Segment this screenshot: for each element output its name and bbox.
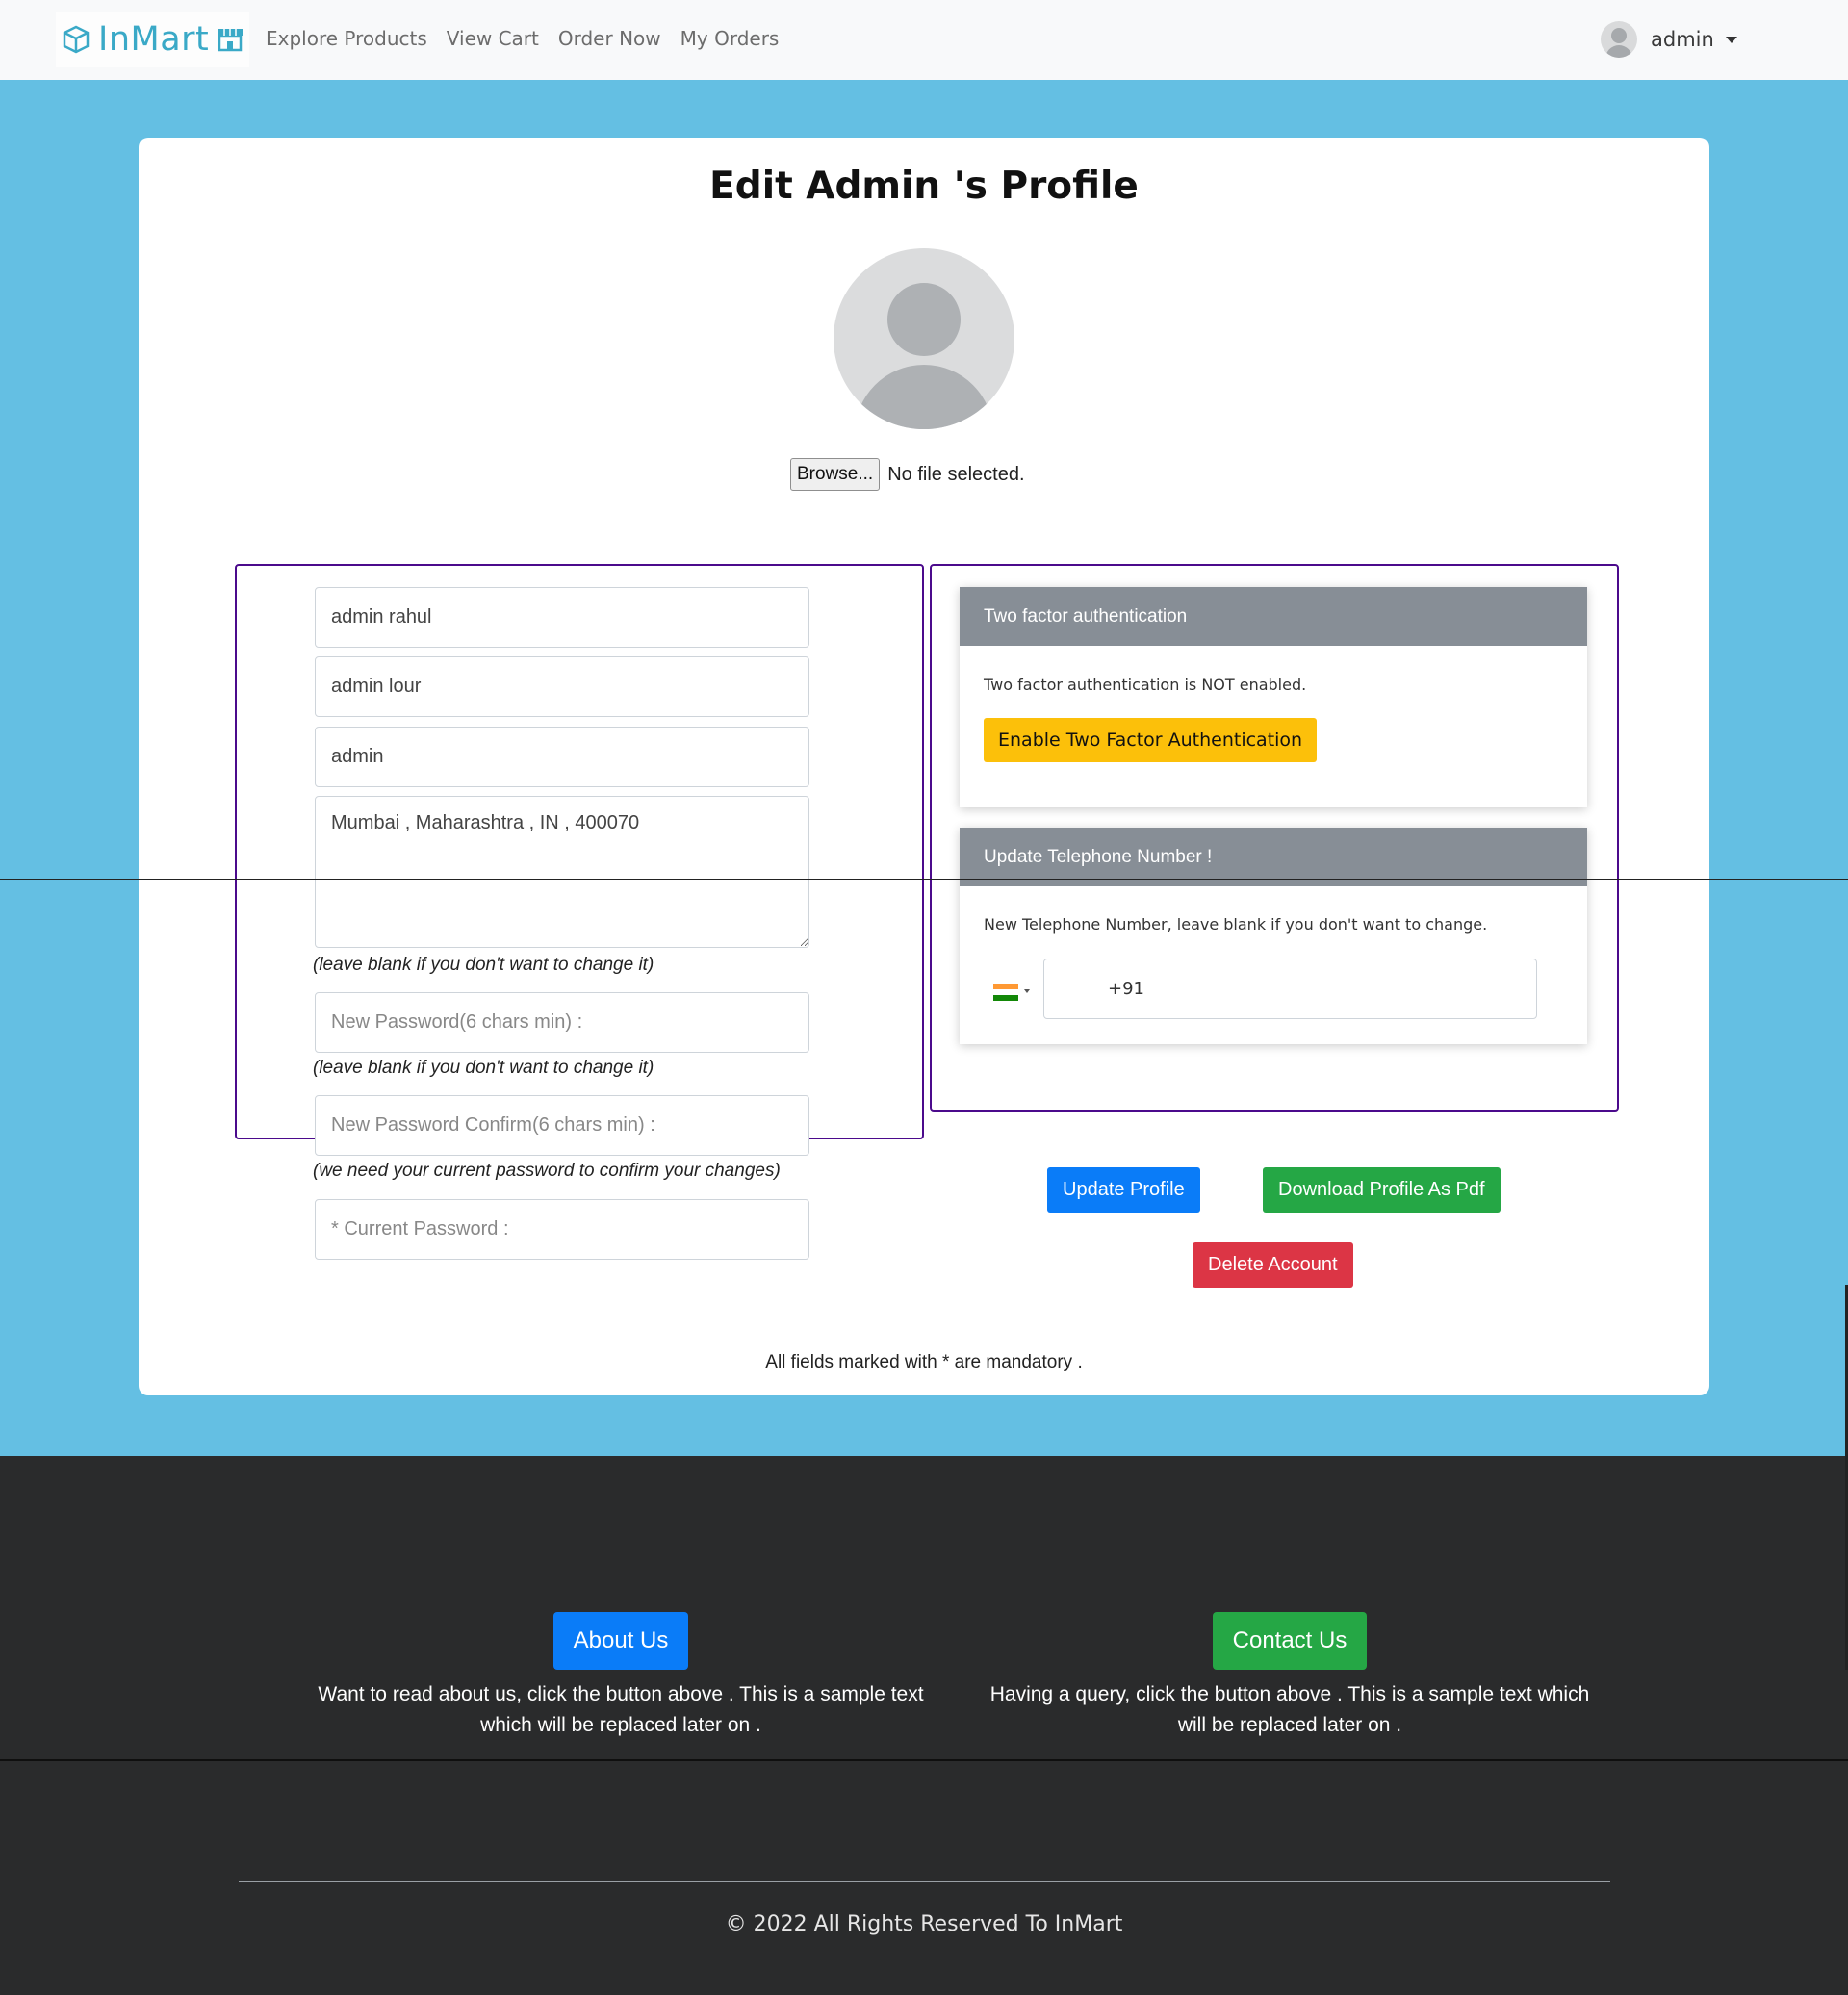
india-flag-icon[interactable]	[993, 984, 1018, 1001]
about-text: Want to read about us, click the button …	[318, 1683, 924, 1736]
new-password-hint: (leave blank if you don't want to change…	[313, 955, 654, 975]
address-field[interactable]: Mumbai , Maharashtra , IN , 400070	[315, 796, 809, 948]
current-password-field[interactable]	[315, 1199, 809, 1260]
about-section: About Us Want to read about us, click th…	[308, 1612, 934, 1741]
profile-picture	[834, 248, 1014, 429]
nav-order-now[interactable]: Order Now	[558, 27, 661, 50]
new-password-field[interactable]	[315, 992, 809, 1053]
footer-rule	[239, 1881, 1610, 1882]
file-upload: Browse... No file selected.	[790, 458, 1025, 491]
page-footer: About Us Want to read about us, click th…	[0, 1456, 1848, 1995]
telephone-input[interactable]	[1043, 959, 1537, 1019]
telephone-hint: New Telephone Number, leave blank if you…	[984, 915, 1488, 934]
telephone-header: Update Telephone Number !	[960, 828, 1587, 886]
user-menu-dropdown[interactable]: admin	[1601, 21, 1737, 58]
nav-links: Explore Products View Cart Order Now My …	[266, 27, 798, 50]
download-pdf-button[interactable]: Download Profile As Pdf	[1263, 1167, 1501, 1213]
update-profile-button[interactable]: Update Profile	[1047, 1167, 1200, 1213]
security-panel: Two factor authentication Two factor aut…	[930, 564, 1619, 1112]
nav-view-cart[interactable]: View Cart	[447, 27, 539, 50]
file-status: No file selected.	[887, 463, 1025, 485]
divider-line	[0, 879, 1848, 880]
user-name: admin	[1651, 28, 1714, 51]
nav-explore-products[interactable]: Explore Products	[266, 27, 427, 50]
contact-section: Contact Us Having a query, click the but…	[982, 1612, 1598, 1741]
about-us-button[interactable]: About Us	[552, 1612, 689, 1670]
personal-info-panel: Mumbai , Maharashtra , IN , 400070 (leav…	[235, 564, 924, 1260]
country-dropdown-icon[interactable]	[1024, 989, 1030, 993]
avatar	[1601, 21, 1637, 58]
top-navbar: InMart Explore Products View Cart Order …	[0, 0, 1848, 80]
two-factor-header: Two factor authentication	[960, 587, 1587, 646]
enable-2fa-button[interactable]: Enable Two Factor Authentication	[984, 718, 1318, 762]
store-icon	[218, 29, 244, 52]
browse-button[interactable]: Browse...	[790, 458, 881, 491]
first-name-field[interactable]	[315, 587, 809, 648]
page-title: Edit Admin 's Profile	[709, 165, 1139, 208]
telephone-card: Update Telephone Number ! New Telephone …	[960, 828, 1587, 1044]
profile-card: Edit Admin 's Profile Browse... No file …	[139, 138, 1709, 1395]
brand-logo[interactable]: InMart	[56, 12, 250, 67]
contact-us-button[interactable]: Contact Us	[1212, 1612, 1368, 1670]
confirm-password-field[interactable]	[315, 1095, 809, 1156]
delete-account-button[interactable]: Delete Account	[1193, 1242, 1353, 1288]
two-factor-card: Two factor authentication Two factor aut…	[960, 587, 1587, 807]
brand-name: InMart	[98, 20, 210, 59]
mandatory-footnote: All fields marked with * are mandatory .	[765, 1352, 1083, 1372]
cube-icon	[63, 25, 90, 54]
contact-text: Having a query, click the button above .…	[989, 1683, 1590, 1736]
current-password-hint: (we need your current password to confir…	[313, 1161, 781, 1181]
nav-my-orders[interactable]: My Orders	[680, 27, 780, 50]
copyright: © 2022 All Rights Reserved To InMart	[725, 1912, 1123, 1936]
username-field[interactable]	[315, 727, 809, 787]
footer-separator	[0, 1759, 1848, 1761]
chevron-down-icon	[1725, 36, 1737, 43]
confirm-password-hint: (leave blank if you don't want to change…	[313, 1058, 654, 1078]
two-factor-status: Two factor authentication is NOT enabled…	[984, 676, 1307, 694]
last-name-field[interactable]	[315, 656, 809, 717]
